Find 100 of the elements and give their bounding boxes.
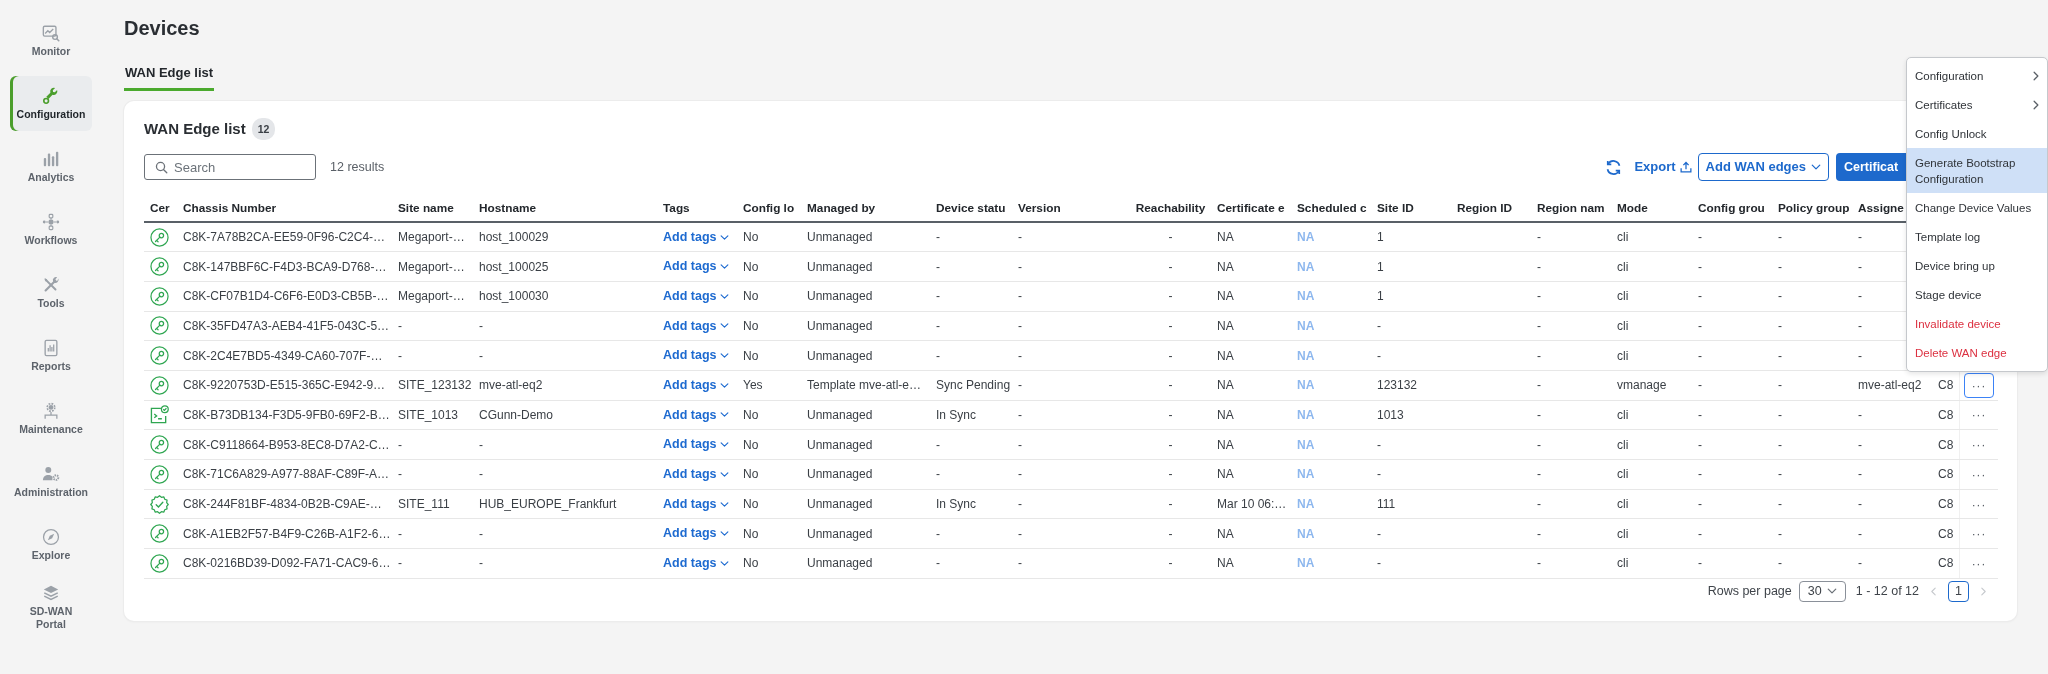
table-cell: NA <box>1211 370 1291 401</box>
table-cell: C8K-0216BD39-D092-FA71-CAC9-6… <box>177 548 392 579</box>
table-cell: - <box>1531 429 1611 460</box>
table-cell: - <box>1130 548 1211 579</box>
table-cell: Template mve-atl-e… <box>801 370 930 401</box>
table-cell: - <box>1531 281 1611 312</box>
table-cell: C8K-2C4E7BD5-4349-CA60-707F-… <box>177 340 392 371</box>
table-cell: - <box>392 340 473 371</box>
table-cell: - <box>1130 459 1211 490</box>
table-cell: - <box>1531 518 1611 549</box>
column-header: Site ID <box>1371 196 1451 222</box>
table-cell: cli <box>1611 311 1692 341</box>
table-cell: NA <box>1291 340 1371 371</box>
table-cell: NA <box>1291 222 1371 252</box>
table-cell: - <box>1371 518 1451 549</box>
table-cell: - <box>1130 222 1211 252</box>
table-cell: NA <box>1291 311 1371 341</box>
table-cell: NA <box>1211 518 1291 549</box>
table-cell: - <box>1772 429 1852 460</box>
table-cell: - <box>1692 518 1772 549</box>
table-cell: SITE_111 <box>392 489 473 519</box>
rows-per-page-label: Rows per page <box>1707 582 1792 600</box>
column-header: Config grou <box>1692 196 1772 222</box>
table-cell: - <box>1531 340 1611 371</box>
table-cell: Sync Pending <box>930 370 1012 401</box>
table-cell: - <box>1371 429 1451 460</box>
table-cell: Unmanaged <box>801 281 930 312</box>
table-cell: - <box>1531 548 1611 579</box>
table-cell: - <box>1772 222 1852 252</box>
table-cell: Unmanaged <box>801 251 930 282</box>
table-cell: - <box>1012 429 1130 460</box>
table-cell: - <box>473 548 657 579</box>
table-cell: NA <box>1291 548 1371 579</box>
table-cell: - <box>930 548 1012 579</box>
table-cell: - <box>1012 370 1130 401</box>
table-cell: SITE_1013 <box>392 400 473 430</box>
table-cell: C8K-CF07B1D4-C6F6-E0D3-CB5B-… <box>177 281 392 312</box>
table-cell: NA <box>1211 340 1291 371</box>
table-cell: - <box>392 548 473 579</box>
table-cell: NA <box>1291 400 1371 430</box>
table-cell: - <box>1012 400 1130 430</box>
table-cell: - <box>1012 489 1130 519</box>
count-badge: 12 <box>251 118 276 140</box>
table-cell: C8K-B73DB134-F3D5-9FB0-69F2-B… <box>177 400 392 430</box>
table-cell: C8K-7A78B2CA-EE59-0F96-C2C4-… <box>177 222 392 252</box>
table-cell: - <box>1531 489 1611 519</box>
table-cell: - <box>392 518 473 549</box>
table-cell: - <box>1772 251 1852 282</box>
table-cell: - <box>1130 251 1211 282</box>
table-cell: - <box>1692 340 1772 371</box>
column-header: Policy group <box>1772 196 1852 222</box>
table-cell: C8K-147BBF6C-F4D3-BCA9-D768-… <box>177 251 392 282</box>
table-cell: C8 <box>1932 429 1959 460</box>
table-cell: - <box>473 518 657 549</box>
table-cell: C8 <box>1932 400 1959 430</box>
table-cell: - <box>1772 281 1852 312</box>
table-cell: - <box>1371 548 1451 579</box>
table-cell: Unmanaged <box>801 311 930 341</box>
card-title: WAN Edge list <box>144 119 246 139</box>
table-cell: No <box>737 281 801 312</box>
table-cell: cli <box>1611 340 1692 371</box>
table-cell: - <box>1130 429 1211 460</box>
table-cell: C8K-71C6A829-A977-88AF-C89F-A… <box>177 459 392 490</box>
table-cell: - <box>1130 340 1211 371</box>
table-cell: 1 <box>1371 281 1451 312</box>
table-cell: SITE_123132 <box>392 370 473 401</box>
table-cell: C8 <box>1932 518 1959 549</box>
table-cell: - <box>1012 340 1130 371</box>
table-cell: - <box>1130 370 1211 401</box>
table-cell: - <box>930 459 1012 490</box>
table-cell: - <box>1692 548 1772 579</box>
table-cell: NA <box>1211 400 1291 430</box>
table-cell: - <box>1531 222 1611 252</box>
table-cell: - <box>1531 311 1611 341</box>
table-cell: NA <box>1211 222 1291 252</box>
table-cell: - <box>1130 281 1211 312</box>
table-cell: - <box>1012 222 1130 252</box>
table-cell: - <box>392 459 473 490</box>
table-cell: - <box>1012 251 1130 282</box>
table-cell: Unmanaged <box>801 489 930 519</box>
table-cell: C8K-244F81BF-4834-0B2B-C9AE-… <box>177 489 392 519</box>
table-cell: NA <box>1211 281 1291 312</box>
table-cell: No <box>737 251 801 282</box>
table-cell: cli <box>1611 459 1692 490</box>
table-cell: cli <box>1611 400 1692 430</box>
table-cell: Unmanaged <box>801 459 930 490</box>
table-cell: mve-atl-eq2 <box>473 370 657 401</box>
table-cell: HUB_EUROPE_Frankfurt <box>473 489 657 519</box>
table-cell: C8K-A1EB2F57-B4F9-C26B-A1F2-6… <box>177 518 392 549</box>
table-cell: - <box>930 222 1012 252</box>
column-header: Version <box>1012 196 1130 222</box>
table-cell: cli <box>1611 281 1692 312</box>
table-cell: cli <box>1611 429 1692 460</box>
table-cell: - <box>1692 489 1772 519</box>
column-header: Cer <box>144 196 177 222</box>
table-cell: NA <box>1291 281 1371 312</box>
table-cell: - <box>392 429 473 460</box>
table-cell: Megaport-… <box>392 281 473 312</box>
table-cell: C8K-C9118664-B953-8EC8-D7A2-C… <box>177 429 392 460</box>
table-cell: NA <box>1211 548 1291 579</box>
